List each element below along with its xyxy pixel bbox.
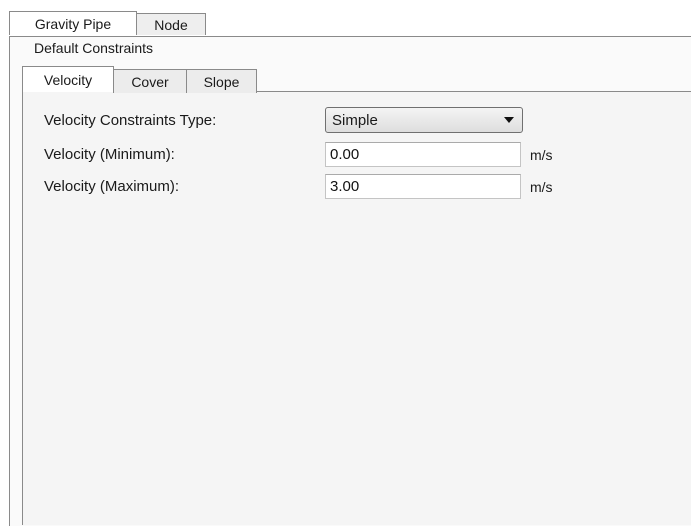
tab-label: Cover (131, 73, 169, 90)
tab-label: Gravity Pipe (34, 15, 112, 32)
velocity-maximum-input[interactable] (325, 174, 521, 199)
velocity-maximum-label: Velocity (Maximum): (44, 178, 180, 195)
velocity-minimum-unit: m/s (530, 147, 553, 163)
velocity-constraints-type-label: Velocity Constraints Type: (44, 112, 217, 129)
tab-velocity[interactable]: Velocity (22, 66, 114, 92)
velocity-minimum-input[interactable] (325, 142, 521, 167)
tab-cover[interactable]: Cover (113, 69, 187, 93)
tab-label: Node (154, 16, 188, 33)
chevron-down-icon (504, 117, 514, 123)
group-title: Default Constraints (32, 40, 156, 56)
select-value: Simple (332, 111, 378, 129)
tab-label: Slope (203, 73, 240, 90)
tab-node[interactable]: Node (136, 13, 206, 35)
velocity-maximum-unit: m/s (530, 179, 553, 195)
velocity-minimum-label: Velocity (Minimum): (44, 146, 175, 163)
tab-gravity-pipe[interactable]: Gravity Pipe (9, 11, 137, 35)
velocity-constraints-type-select[interactable]: Simple (325, 107, 523, 133)
tab-slope[interactable]: Slope (186, 69, 257, 93)
tab-label: Velocity (43, 71, 93, 88)
